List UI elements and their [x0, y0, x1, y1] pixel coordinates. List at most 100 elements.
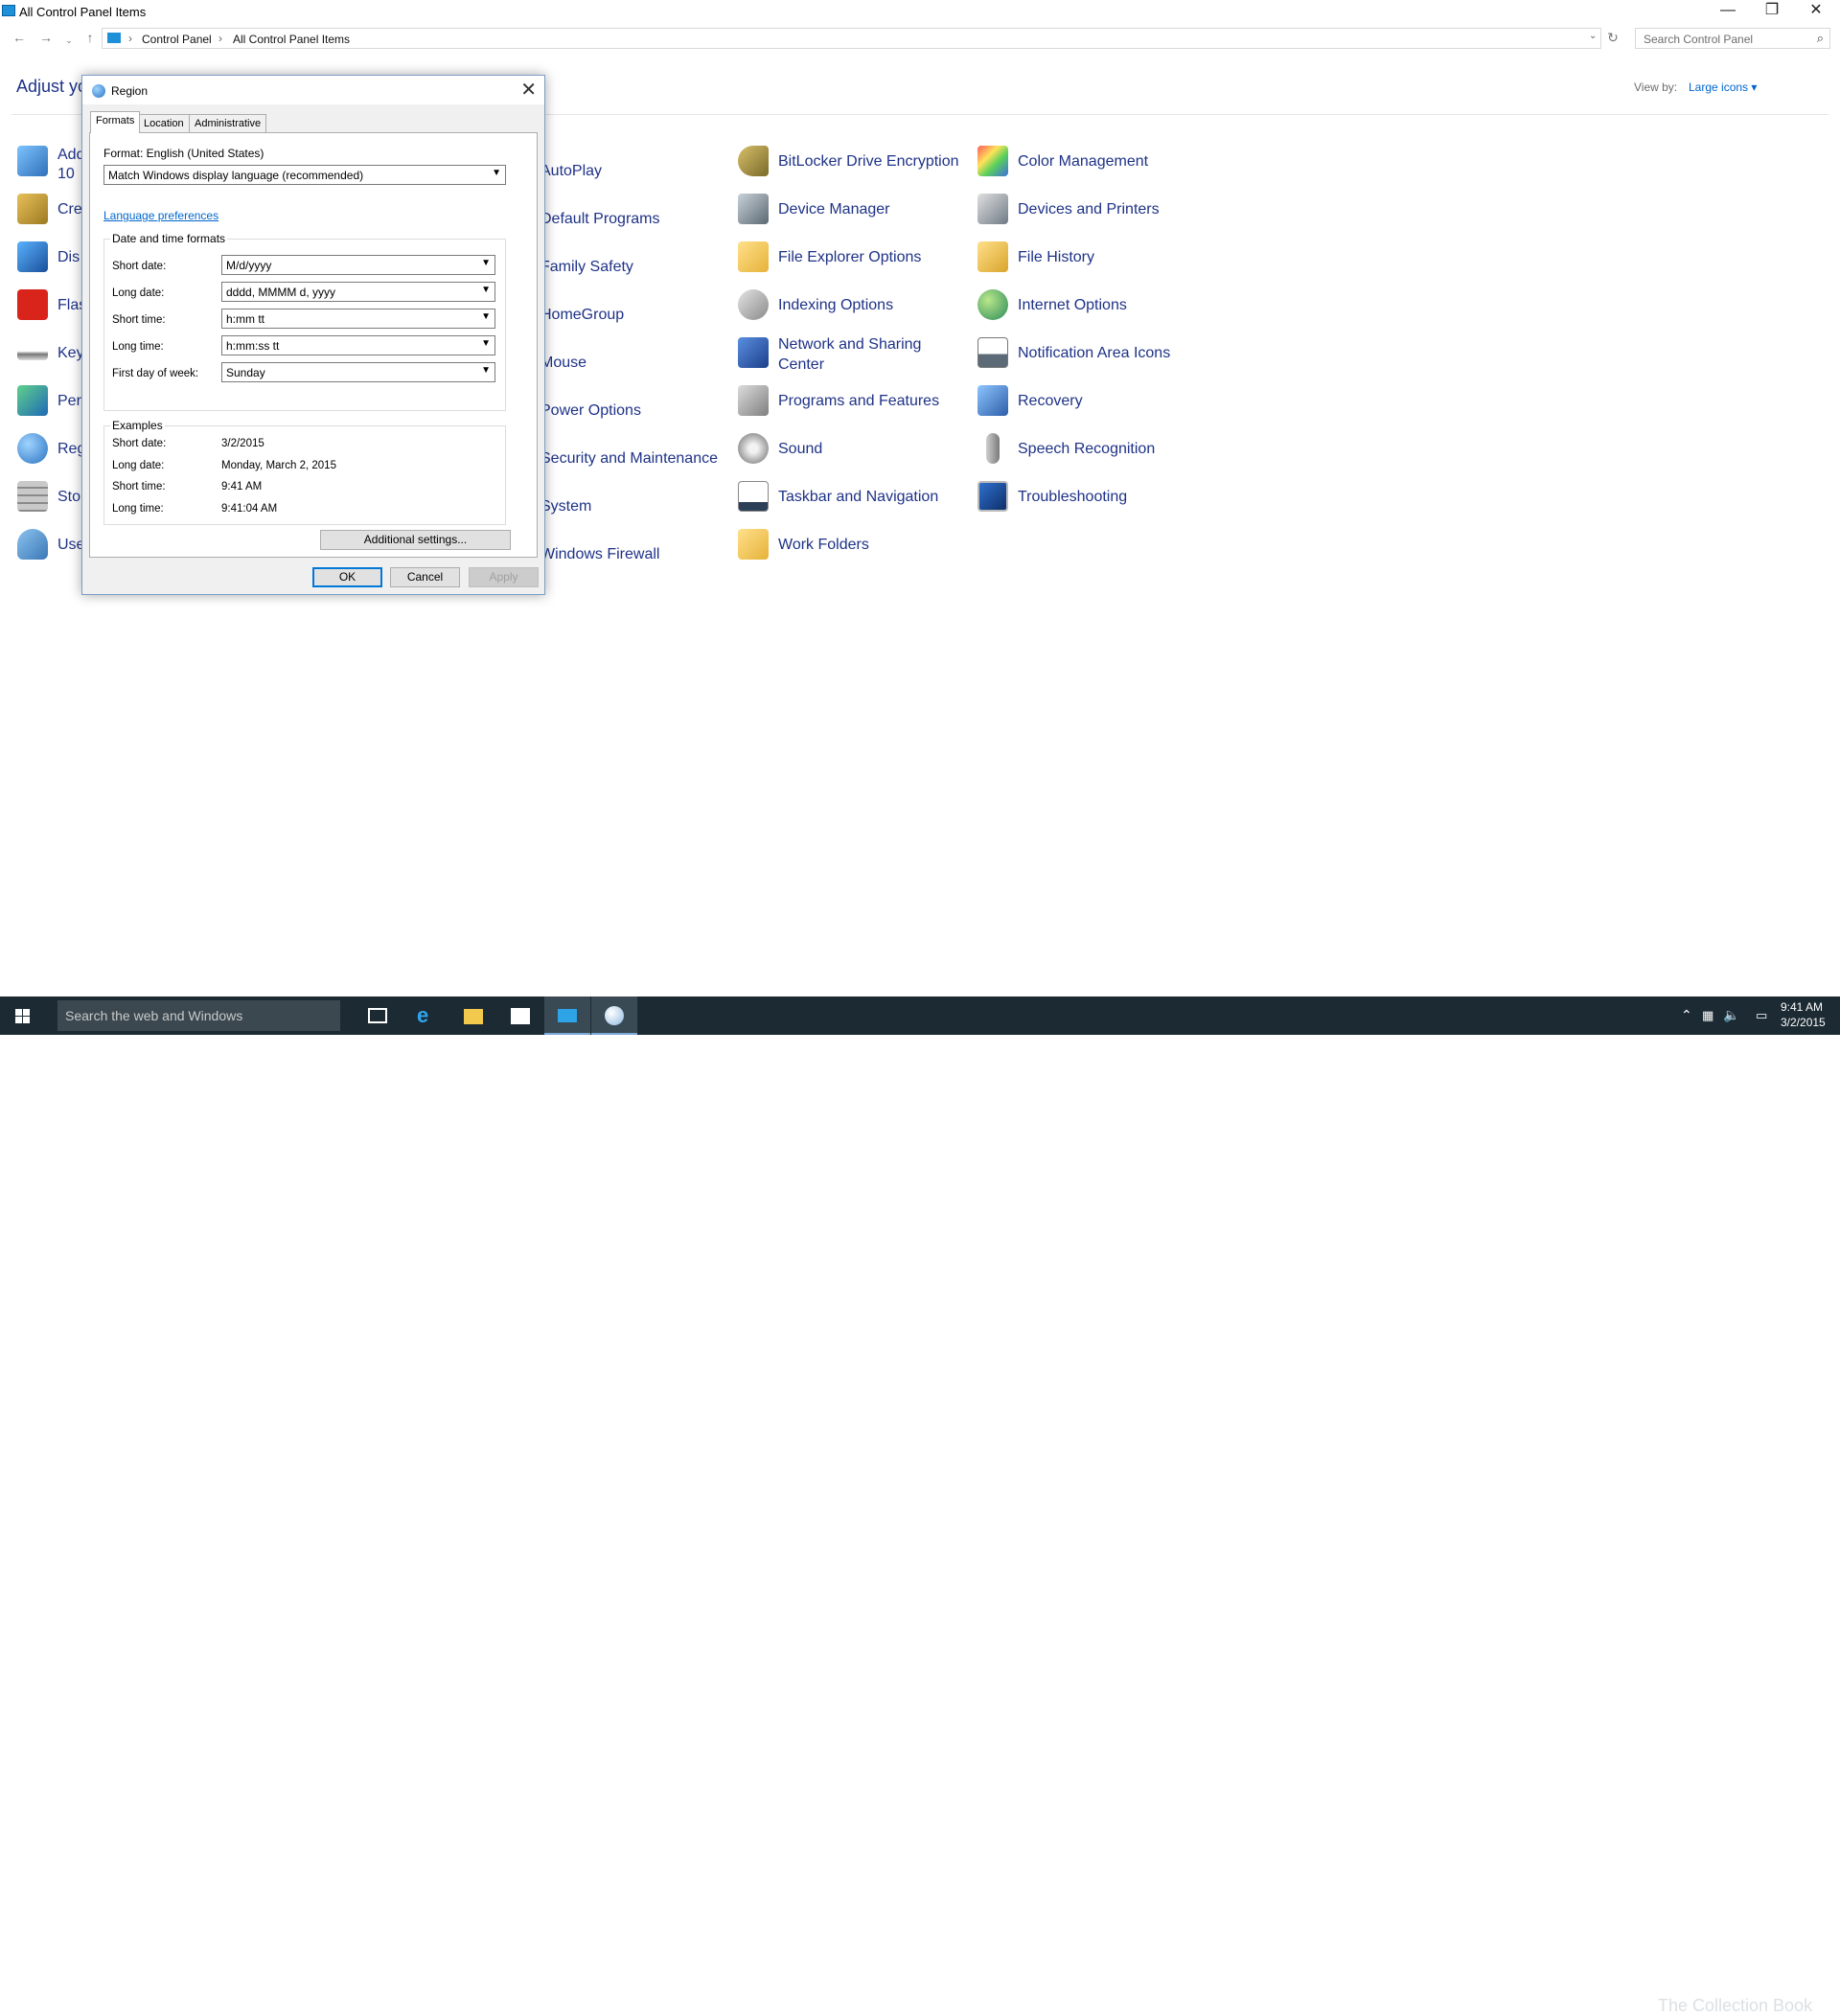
cp-item-label: Work Folders [778, 537, 869, 553]
recent-locations-chevron-icon[interactable]: ⌄ [61, 34, 77, 49]
address-dropdown-icon[interactable]: ⌄ [1589, 31, 1597, 41]
taskbar-control-panel[interactable] [544, 997, 590, 1035]
long-date-select[interactable]: dddd, MMMM d, yyyy ▼ [221, 282, 495, 302]
example-long-date-value: Monday, March 2, 2015 [221, 460, 336, 471]
cp-item-devices-printers[interactable]: Devices and Printers [978, 192, 1208, 232]
cp-item-label: File History [1018, 249, 1095, 265]
chevron-down-icon: ▼ [492, 168, 501, 178]
cp-item-bitlocker[interactable]: BitLocker Drive Encryption [738, 144, 968, 184]
window-titlebar: All Control Panel Items — ❐ ✕ [0, 0, 1840, 23]
cp-item-network-sharing[interactable]: Network and Sharing Center [738, 335, 968, 379]
cp-item-programs-features[interactable]: Programs and Features [738, 383, 968, 424]
taskbar-internet-explorer[interactable]: e [403, 997, 449, 1035]
control-panel-taskbar-icon [558, 1009, 577, 1022]
back-arrow-icon[interactable]: ← [12, 31, 27, 46]
example-long-time-label: Long time: [112, 503, 164, 515]
cp-item-label: Color Management [1018, 153, 1149, 170]
start-button[interactable] [0, 997, 46, 1035]
cp-item-troubleshooting[interactable]: Troubleshooting [978, 479, 1208, 519]
region-taskbar-icon [605, 1006, 624, 1025]
cp-item-label: Notification Area Icons [1018, 345, 1171, 361]
task-view-button[interactable] [355, 997, 401, 1035]
taskbar-icon [738, 481, 769, 512]
language-preferences-link[interactable]: Language preferences [104, 209, 218, 222]
cp-item-file-history[interactable]: File History [978, 240, 1208, 280]
cp-item-work-folders[interactable]: Work Folders [738, 527, 968, 567]
action-center-tray-icon[interactable]: ▭ [1756, 1008, 1767, 1023]
volume-tray-icon[interactable]: 🔈 [1723, 1007, 1739, 1023]
store-bag-icon [511, 1008, 530, 1024]
tray-clock[interactable]: 9:41 AM 3/2/2015 [1781, 1000, 1826, 1029]
cp-item-file-explorer-options[interactable]: File Explorer Options [738, 240, 968, 280]
close-button[interactable]: ✕ [1794, 0, 1838, 23]
breadcrumb-control-panel[interactable]: Control Panel [142, 33, 212, 46]
cp-item-speech-recognition[interactable]: Speech Recognition [978, 431, 1208, 471]
cp-item-label: Per [58, 393, 81, 409]
cp-item-color-management[interactable]: Color Management [978, 144, 1208, 184]
tab-formats[interactable]: Formats [90, 111, 141, 133]
taskbar-file-explorer[interactable] [450, 997, 496, 1035]
restore-button[interactable]: ❐ [1750, 0, 1794, 23]
tab-administrative[interactable]: Administrative [189, 114, 267, 132]
short-date-select[interactable]: M/d/yyyy ▼ [221, 255, 495, 275]
short-date-value: M/d/yyyy [226, 259, 272, 272]
address-box[interactable]: › Control Panel › All Control Panel Item… [102, 28, 1601, 49]
tray-overflow-chevron-icon[interactable]: ⌃ [1681, 1007, 1692, 1023]
cp-item-notification-icons[interactable]: Notification Area Icons [978, 335, 1208, 376]
short-time-select[interactable]: h:mm tt ▼ [221, 309, 495, 329]
indexing-magnifier-icon [738, 289, 769, 320]
device-manager-icon [738, 194, 769, 224]
long-time-select[interactable]: h:mm:ss tt ▼ [221, 335, 495, 355]
view-by-dropdown[interactable]: Large icons ▾ [1689, 80, 1757, 94]
cp-item-label: Mouse [540, 355, 587, 371]
cp-item-label: File Explorer Options [778, 249, 922, 265]
control-panel-address-icon [107, 33, 121, 43]
example-short-time-label: Short time: [112, 481, 166, 493]
flash-player-icon [17, 289, 48, 320]
breadcrumb-all-items[interactable]: All Control Panel Items [233, 33, 350, 46]
cp-item-label: Default Programs [540, 211, 660, 227]
long-time-value: h:mm:ss tt [226, 339, 280, 353]
cp-item-recovery[interactable]: Recovery [978, 383, 1208, 424]
recovery-icon [978, 385, 1008, 416]
additional-settings-button[interactable]: Additional settings... [320, 530, 511, 550]
taskbar-store[interactable] [497, 997, 543, 1035]
cp-item-taskbar-navigation[interactable]: Taskbar and Navigation [738, 479, 968, 519]
tab-location[interactable]: Location [138, 114, 190, 132]
cp-item-label: Indexing Options [778, 297, 894, 313]
first-day-select[interactable]: Sunday ▼ [221, 362, 495, 382]
format-select[interactable]: Match Windows display language (recommen… [104, 165, 506, 185]
tray-date: 3/2/2015 [1781, 1016, 1826, 1029]
forward-arrow-icon[interactable]: → [38, 31, 54, 46]
cp-item-indexing-options[interactable]: Indexing Options [738, 287, 968, 328]
examples-legend: Examples [110, 419, 165, 432]
display-icon [17, 241, 48, 272]
up-arrow-icon[interactable]: ↑ [82, 31, 98, 46]
cp-item-label: Internet Options [1018, 297, 1127, 313]
cp-item-label: Sound [778, 441, 823, 457]
ok-button[interactable]: OK [312, 567, 382, 587]
network-tray-icon[interactable]: ▦ [1702, 1008, 1714, 1023]
dialog-close-icon[interactable]: ✕ [520, 78, 537, 102]
cp-item-sound[interactable]: Sound [738, 431, 968, 471]
example-short-time-value: 9:41 AM [221, 481, 263, 493]
taskbar-region-dialog[interactable] [591, 997, 637, 1035]
cancel-button[interactable]: Cancel [390, 567, 460, 587]
example-short-date-label: Short date: [112, 438, 167, 449]
cp-item-device-manager[interactable]: Device Manager [738, 192, 968, 232]
control-panel-icon [2, 5, 15, 16]
breadcrumb-separator-icon: › [128, 32, 132, 45]
taskbar-search-placeholder: Search the web and Windows [65, 1008, 243, 1023]
cp-item-internet-options[interactable]: Internet Options [978, 287, 1208, 328]
cp-item-label: Network and Sharing [778, 336, 922, 353]
search-control-panel-input[interactable]: Search Control Panel ⌕ [1635, 28, 1830, 49]
tray-time: 9:41 AM [1781, 1000, 1824, 1014]
formats-panel: Format: English (United States) Match Wi… [89, 132, 538, 558]
cp-item-label: Programs and Features [778, 393, 940, 409]
taskbar-search-input[interactable]: Search the web and Windows [58, 1000, 340, 1031]
example-short-date-value: 3/2/2015 [221, 438, 264, 449]
network-icon [738, 337, 769, 368]
refresh-icon[interactable]: ↻ [1605, 31, 1621, 46]
apply-button[interactable]: Apply [469, 567, 539, 587]
minimize-button[interactable]: — [1706, 0, 1750, 23]
